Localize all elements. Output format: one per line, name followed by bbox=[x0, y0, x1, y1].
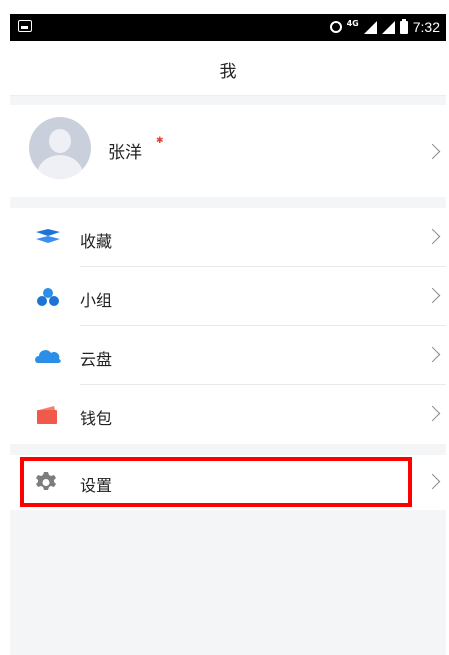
menu-item-label: 收藏 bbox=[80, 232, 113, 251]
chevron-right-icon bbox=[424, 346, 441, 363]
avatar bbox=[29, 117, 91, 179]
highlight-box bbox=[20, 457, 412, 507]
menu-item-wallet[interactable]: 钱包 bbox=[10, 385, 446, 444]
favorites-icon bbox=[36, 229, 60, 243]
network-type: 4G bbox=[346, 18, 359, 28]
menu-item-settings[interactable]: 设置 bbox=[10, 455, 446, 510]
signal-icon bbox=[363, 20, 377, 34]
wallet-icon bbox=[37, 406, 57, 424]
menu-item-cloud[interactable]: 云盘 bbox=[10, 326, 446, 385]
cloud-icon bbox=[35, 350, 61, 363]
chevron-right-icon bbox=[424, 405, 441, 422]
username: 张洋 bbox=[108, 143, 142, 163]
signal-icon-2 bbox=[381, 20, 395, 34]
battery-icon bbox=[399, 18, 408, 34]
menu-item-group[interactable]: 小组 bbox=[10, 267, 446, 326]
chevron-right-icon bbox=[424, 228, 441, 245]
chevron-right-icon bbox=[424, 473, 441, 490]
menu-item-favorites[interactable]: 收藏 bbox=[10, 208, 446, 267]
badge-icon: ✱ bbox=[156, 136, 164, 146]
chevron-right-icon bbox=[424, 143, 441, 160]
page-title: 我 bbox=[219, 62, 237, 82]
alarm-icon bbox=[329, 21, 342, 33]
title-bar: 我 bbox=[10, 41, 446, 96]
profile-row[interactable]: 张洋 ✱ bbox=[10, 105, 446, 197]
status-bar: 4G 7:32 bbox=[10, 14, 446, 41]
menu-list: 收藏 小组 云盘 钱包 bbox=[10, 208, 446, 444]
screenshot-notification-icon bbox=[18, 20, 32, 32]
menu-item-label: 云盘 bbox=[80, 350, 113, 369]
group-icon bbox=[37, 288, 59, 306]
app-screen: 4G 7:32 我 张洋 ✱ 收藏 小组 云盘 钱包 设置 bbox=[10, 14, 446, 655]
menu-item-label: 钱包 bbox=[80, 409, 113, 428]
clock: 7:32 bbox=[412, 19, 440, 35]
chevron-right-icon bbox=[424, 287, 441, 304]
menu-item-label: 小组 bbox=[80, 291, 113, 310]
